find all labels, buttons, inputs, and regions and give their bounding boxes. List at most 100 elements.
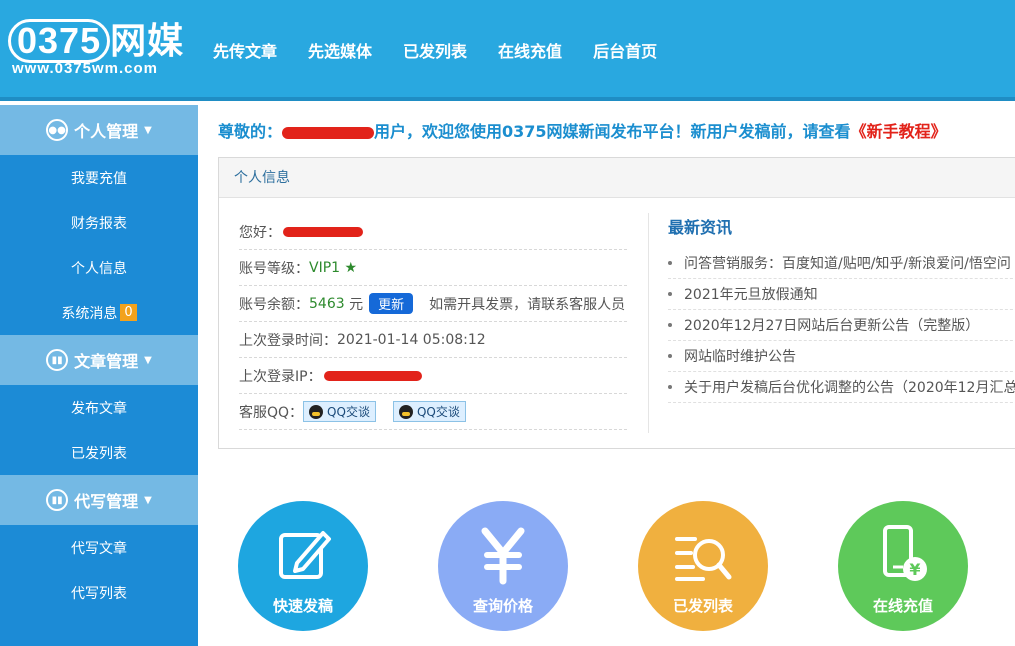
level-value: VIP1 ★ bbox=[309, 259, 358, 276]
sidebar-group-ghostwriting[interactable]: ▮▮ 代写管理 ▼ bbox=[0, 475, 198, 525]
bullet-icon bbox=[668, 354, 672, 358]
balance-label: 账号余额： bbox=[239, 296, 309, 313]
nav-select-media[interactable]: 先选媒体 bbox=[308, 38, 372, 62]
published-list-tile[interactable]: 已发列表 bbox=[638, 501, 768, 631]
yen-icon bbox=[481, 527, 525, 585]
news-title: 最新资讯 bbox=[668, 218, 733, 237]
sidebar-item-finance[interactable]: 财务报表 bbox=[0, 200, 198, 245]
nav-online-recharge[interactable]: 在线充值 bbox=[498, 38, 562, 62]
sidebar-item-publish[interactable]: 发布文章 bbox=[0, 385, 198, 430]
balance-unit: 元 bbox=[349, 296, 364, 313]
last-login-value: 2021-01-14 05:08:12 bbox=[337, 331, 486, 348]
logo-url: www.0375wm.com bbox=[12, 60, 158, 77]
qq-chat-button[interactable]: QQ交谈 bbox=[303, 401, 376, 422]
caret-down-icon: ▼ bbox=[144, 354, 152, 366]
qq-button-label: QQ交谈 bbox=[416, 405, 460, 419]
last-ip-row: 上次登录IP： bbox=[239, 358, 627, 394]
account-level-row: 账号等级： VIP1 ★ bbox=[239, 250, 627, 286]
sidebar-group-title: 文章管理 bbox=[74, 352, 139, 371]
news-item-text: 网站临时维护公告 bbox=[684, 349, 796, 365]
caret-down-icon: ▼ bbox=[144, 124, 152, 136]
news-item[interactable]: 关于用户发稿后台优化调整的公告（2020年12月汇总 bbox=[668, 372, 1015, 403]
sidebar-item-ghostwrite[interactable]: 代写文章 bbox=[0, 525, 198, 570]
message-count-badge: 0 bbox=[120, 304, 137, 321]
news-item[interactable]: 问答营销服务：百度知道/贴吧/知乎/新浪爱问/悟空问 bbox=[668, 248, 1015, 279]
tutorial-link[interactable]: 《新手教程》 bbox=[851, 122, 947, 141]
service-qq-label: 客服QQ： bbox=[239, 404, 304, 421]
personal-info-panel: 个人信息 您好： 账号等级： VIP1 ★ 账号余额： 5463 元 更新 如需… bbox=[218, 157, 1015, 449]
invoice-note: 如需开具发票，请联系客服人员 bbox=[429, 296, 626, 313]
logo-text: 网媒 bbox=[110, 21, 185, 62]
sidebar-item-published-list[interactable]: 已发列表 bbox=[0, 430, 198, 475]
news-item[interactable]: 网站临时维护公告 bbox=[668, 341, 1015, 372]
top-bar: 0375 网媒 www.0375wm.com 先传文章 先选媒体 已发列表 在线充… bbox=[0, 0, 1015, 101]
redacted-username bbox=[282, 126, 375, 139]
account-info: 您好： 账号等级： VIP1 ★ 账号余额： 5463 元 更新 如需开具发票，… bbox=[239, 214, 627, 430]
list-search-icon bbox=[675, 537, 732, 581]
logo-number: 0375 bbox=[8, 19, 111, 63]
book-icon: ▮▮ bbox=[46, 349, 69, 371]
welcome-banner: 尊敬的： 用户，欢迎您使用0375网媒新闻发布平台！新用户发稿前，请查看《新手教程… bbox=[218, 118, 947, 142]
sidebar-group-title: 代写管理 bbox=[74, 492, 139, 511]
book-icon: ▮▮ bbox=[46, 489, 69, 511]
nav-published-list[interactable]: 已发列表 bbox=[403, 38, 467, 62]
edit-icon bbox=[279, 531, 331, 579]
sidebar-item-recharge[interactable]: 我要充值 bbox=[0, 155, 198, 200]
phone-recharge-icon: ¥ bbox=[883, 525, 927, 581]
svg-text:¥: ¥ bbox=[909, 560, 920, 579]
bullet-icon bbox=[668, 292, 672, 296]
sidebar-group-personal[interactable]: ●● 个人管理 ▼ bbox=[0, 105, 198, 155]
online-recharge-tile[interactable]: ¥ 在线充值 bbox=[838, 501, 968, 631]
sidebar-item-messages[interactable]: 系统消息 0 bbox=[0, 290, 198, 335]
qq-penguin-icon bbox=[398, 404, 413, 419]
last-ip-label: 上次登录IP： bbox=[239, 368, 322, 385]
news-item[interactable]: 2020年12月27日网站后台更新公告（完整版） bbox=[668, 310, 1015, 341]
balance-value: 5463 bbox=[309, 295, 345, 312]
sidebar-item-profile[interactable]: 个人信息 bbox=[0, 245, 198, 290]
quick-actions: 快速发稿 查询价格 已发列表 ¥ 在线充值 bbox=[238, 501, 1015, 641]
service-qq-row: 客服QQ： QQ交谈 QQ交谈 bbox=[239, 394, 627, 430]
news-item-text: 问答营销服务：百度知道/贴吧/知乎/新浪爱问/悟空问 bbox=[684, 256, 1011, 272]
qq-penguin-icon bbox=[309, 404, 324, 419]
redacted-username bbox=[283, 226, 363, 237]
nav-upload-article[interactable]: 先传文章 bbox=[213, 38, 277, 62]
nav-dashboard-home[interactable]: 后台首页 bbox=[593, 38, 657, 62]
level-label: 账号等级： bbox=[239, 260, 309, 277]
news-item-text: 关于用户发稿后台优化调整的公告（2020年12月汇总 bbox=[684, 380, 1015, 396]
sidebar-group-articles[interactable]: ▮▮ 文章管理 ▼ bbox=[0, 335, 198, 385]
tile-label: 在线充值 bbox=[872, 597, 933, 615]
update-balance-button[interactable]: 更新 bbox=[369, 293, 414, 314]
tile-label: 查询价格 bbox=[472, 597, 533, 615]
tile-label: 快速发稿 bbox=[272, 597, 333, 615]
sidebar-item-ghostwrite-list[interactable]: 代写列表 bbox=[0, 570, 198, 615]
bullet-icon bbox=[668, 385, 672, 389]
last-login-row: 上次登录时间： 2021-01-14 05:08:12 bbox=[239, 322, 627, 358]
sidebar: ●● 个人管理 ▼ 我要充值 财务报表 个人信息 系统消息 0 ▮▮ 文章管理 … bbox=[0, 105, 198, 646]
query-price-tile[interactable]: 查询价格 bbox=[438, 501, 568, 631]
news-item-text: 2020年12月27日网站后台更新公告（完整版） bbox=[684, 318, 980, 334]
greeting-label: 您好： bbox=[239, 224, 281, 241]
news-item[interactable]: 2021年元旦放假通知 bbox=[668, 279, 1015, 310]
qq-chat-button[interactable]: QQ交谈 bbox=[392, 401, 466, 422]
news-item-text: 2021年元旦放假通知 bbox=[684, 287, 818, 303]
sidebar-item-label: 系统消息 bbox=[61, 305, 118, 322]
caret-down-icon: ▼ bbox=[144, 494, 152, 506]
top-nav: 先传文章 先选媒体 已发列表 在线充值 后台首页 bbox=[213, 38, 688, 62]
users-icon: ●● bbox=[46, 119, 69, 141]
last-login-label: 上次登录时间： bbox=[239, 332, 337, 349]
news-list: 最新资讯 问答营销服务：百度知道/贴吧/知乎/新浪爱问/悟空问 2021年元旦放… bbox=[668, 214, 1015, 403]
welcome-prefix: 尊敬的： bbox=[218, 122, 283, 141]
balance-row: 账号余额： 5463 元 更新 如需开具发票，请联系客服人员 bbox=[239, 286, 627, 322]
panel-title: 个人信息 bbox=[219, 158, 1015, 198]
welcome-text: 用户，欢迎您使用0375网媒新闻发布平台！新用户发稿前，请查看 bbox=[374, 122, 851, 141]
tile-label: 已发列表 bbox=[672, 597, 733, 615]
redacted-ip bbox=[323, 370, 422, 381]
greeting-row: 您好： bbox=[239, 214, 627, 250]
quick-publish-tile[interactable]: 快速发稿 bbox=[238, 501, 368, 631]
site-logo[interactable]: 0375 网媒 www.0375wm.com bbox=[8, 12, 188, 82]
sidebar-group-title: 个人管理 bbox=[74, 122, 139, 141]
qq-button-label: QQ交谈 bbox=[327, 405, 370, 419]
bullet-icon bbox=[668, 261, 672, 265]
divider bbox=[648, 213, 649, 433]
logo-title: 0375 网媒 bbox=[8, 12, 184, 64]
